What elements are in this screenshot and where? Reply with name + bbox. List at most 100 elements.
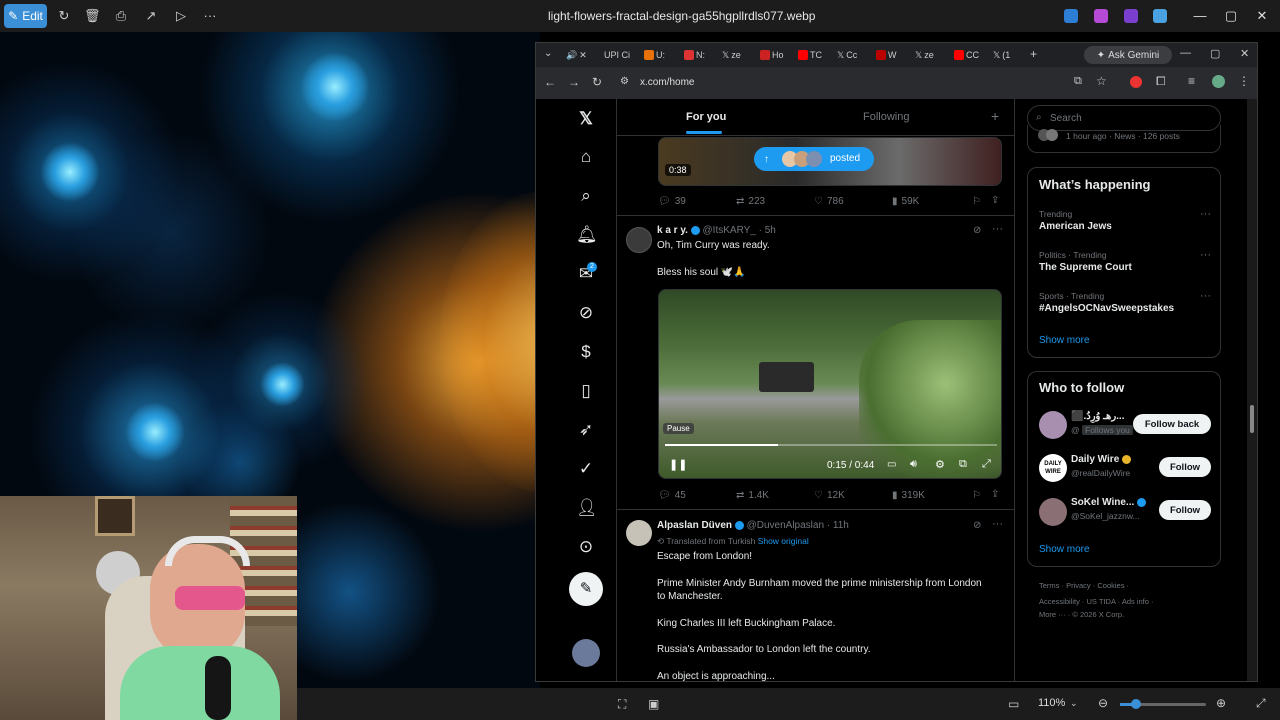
bookmarks-icon[interactable]: ▯	[576, 381, 596, 401]
compose-post-button[interactable]: ✎	[569, 572, 603, 606]
profile-icon[interactable]: 👤︎	[576, 498, 598, 518]
grok-icon[interactable]: ⊘	[576, 303, 596, 323]
trend-more-icon[interactable]: ···	[1200, 208, 1211, 220]
share-button[interactable]: ⇪	[991, 489, 999, 500]
tab-8[interactable]: W	[876, 47, 897, 63]
footer-cookies-link[interactable]: Cookies	[1097, 581, 1124, 590]
tweet-avatar[interactable]	[626, 520, 652, 546]
tab-following[interactable]: Following	[863, 111, 909, 123]
new-tab-icon[interactable]: +	[1030, 47, 1037, 61]
profile-avatar[interactable]	[1212, 75, 1225, 88]
suggested-name[interactable]: ⬛.رهـ وُرِدُ...	[1071, 411, 1125, 422]
business-rocket-icon[interactable]: ➶	[576, 420, 596, 440]
suggested-avatar[interactable]	[1039, 411, 1067, 439]
x-logo-icon[interactable]: 𝕏	[576, 109, 596, 129]
tweet-more-icon[interactable]: ···	[992, 223, 1003, 235]
daily-wire-logo[interactable]: DAILY WIRE	[1039, 454, 1067, 482]
minimize-icon[interactable]: —	[1192, 8, 1208, 24]
rotate-icon[interactable]: ↻	[56, 8, 72, 24]
video-fullscreen-icon[interactable]: ⤢	[982, 458, 991, 471]
new-posts-pill[interactable]: ↑ posted	[754, 147, 874, 171]
maximize-icon[interactable]: ▢	[1223, 8, 1239, 24]
follow-back-button[interactable]: Follow back	[1133, 414, 1211, 434]
extensions-icon[interactable]: ⧠	[1156, 74, 1166, 89]
app-icon-1[interactable]	[1064, 9, 1078, 23]
filmstrip-icon[interactable]: ▣	[648, 697, 659, 711]
browser-maximize-icon[interactable]: ▢	[1210, 47, 1220, 60]
repost-button[interactable]: ⇄ 223	[736, 196, 765, 207]
tab-4[interactable]: 𝕏ze	[722, 47, 741, 63]
fullscreen-icon[interactable]: ⤢	[1256, 696, 1266, 711]
notifications-bell-icon[interactable]: 🔔︎	[576, 225, 598, 245]
repost-button[interactable]: ⇄ 1.4K	[736, 490, 769, 501]
page-scrollbar[interactable]	[1247, 99, 1257, 681]
like-button[interactable]: ♡ 12K	[814, 490, 845, 501]
grok-analyze-icon[interactable]: ⊘	[973, 225, 981, 236]
tweet-handle[interactable]: @ItsKARY_ · 5h	[703, 225, 776, 236]
more-circle-icon[interactable]: ⊙	[576, 537, 596, 557]
browser-minimize-icon[interactable]: —	[1180, 47, 1191, 59]
suggested-name[interactable]: Daily Wire	[1071, 454, 1119, 465]
tab-1[interactable]: UPI Ci	[604, 47, 630, 63]
url-field[interactable]: x.com/home	[640, 77, 694, 88]
follow-button[interactable]: Follow	[1159, 500, 1211, 520]
footer-more-link[interactable]: More ···	[1039, 610, 1066, 619]
show-original-link[interactable]: Show original	[758, 536, 809, 546]
reply-button[interactable]: 💬︎ 45	[658, 490, 686, 501]
reload-icon[interactable]: ↻	[592, 75, 602, 89]
reply-button[interactable]: 💬︎ 39	[658, 196, 686, 207]
scrollbar-thumb[interactable]	[1250, 405, 1254, 433]
tab-search-icon[interactable]: ⌄	[544, 48, 552, 59]
zoom-out-icon[interactable]: ⊖	[1098, 696, 1108, 710]
forward-icon[interactable]: →	[568, 75, 580, 89]
browser-menu-icon[interactable]: ⋮	[1238, 74, 1250, 88]
tweet-more-icon[interactable]: ···	[992, 518, 1003, 530]
views-button[interactable]: ▮ 319K	[892, 490, 925, 501]
tab-7[interactable]: 𝕏 Cc	[837, 47, 857, 63]
grok-analyze-icon[interactable]: ⊘	[973, 520, 981, 531]
like-button[interactable]: ♡ 786	[814, 196, 844, 207]
tweet-author-name[interactable]: k a r y.	[657, 225, 688, 236]
tab-5[interactable]: Ho	[760, 47, 784, 63]
trend-title[interactable]: #AngelsOCNavSweepstakes	[1039, 303, 1174, 314]
footer-link[interactable]: US TIDA	[1087, 597, 1116, 606]
tab-2[interactable]: U:	[644, 47, 665, 63]
trend-more-icon[interactable]: ···	[1200, 290, 1211, 302]
suggested-avatar[interactable]	[1039, 498, 1067, 526]
follow-show-more-link[interactable]: Show more	[1039, 544, 1090, 555]
share-icon[interactable]: ↗	[143, 8, 159, 24]
trend-title[interactable]: The Supreme Court	[1039, 262, 1132, 273]
bookmark-button[interactable]: ⚐	[972, 490, 981, 501]
more-options-icon[interactable]: ···	[202, 8, 218, 24]
share-button[interactable]: ⇪	[991, 195, 999, 206]
close-tab-icon[interactable]: ✕	[579, 50, 587, 61]
footer-terms-link[interactable]: Terms	[1039, 581, 1059, 590]
zoom-in-icon[interactable]: ⊕	[1216, 696, 1226, 710]
edit-button[interactable]: ✎ Edit	[4, 4, 47, 28]
tab-10[interactable]: CC	[954, 47, 979, 63]
slideshow-icon[interactable]: ▷	[173, 8, 189, 24]
footer-privacy-link[interactable]: Privacy	[1066, 581, 1091, 590]
bookmark-star-icon[interactable]: ☆	[1096, 74, 1107, 88]
pip-icon[interactable]: ⧉	[959, 458, 967, 471]
video-progress-bar[interactable]	[665, 444, 997, 446]
home-icon[interactable]: ⌂	[576, 147, 596, 167]
zoom-dropdown-icon[interactable]: ⌄	[1070, 698, 1078, 709]
extension-icon-1[interactable]	[1130, 76, 1142, 88]
settings-gear-icon[interactable]: ⚙	[935, 458, 945, 471]
tab-active[interactable]: 🔊 ✕	[566, 47, 587, 63]
install-icon[interactable]: ⧉	[1074, 75, 1082, 88]
tweet-video[interactable]: Pause ❚❚ 0:15 / 0:44 ▭ 🔊︎ ⚙ ⧉ ⤢	[658, 289, 1002, 479]
app-icon-4[interactable]	[1153, 9, 1167, 23]
follow-button[interactable]: Follow	[1159, 457, 1211, 477]
tab-for-you[interactable]: For you	[686, 111, 726, 123]
trends-show-more-link[interactable]: Show more	[1039, 335, 1090, 346]
site-info-icon[interactable]: ⚙	[620, 76, 629, 87]
zoom-level[interactable]: 110%	[1038, 697, 1065, 709]
explore-search-icon[interactable]: ⌕	[576, 186, 596, 206]
trend-more-icon[interactable]: ···	[1200, 249, 1211, 261]
aspect-icon[interactable]: ▭	[1008, 697, 1019, 711]
suggested-name[interactable]: SoKel Wine...	[1071, 497, 1134, 508]
tab-11[interactable]: 𝕏 (1	[993, 47, 1010, 63]
tweet-author-name[interactable]: Alpaslan Düven	[657, 520, 732, 531]
